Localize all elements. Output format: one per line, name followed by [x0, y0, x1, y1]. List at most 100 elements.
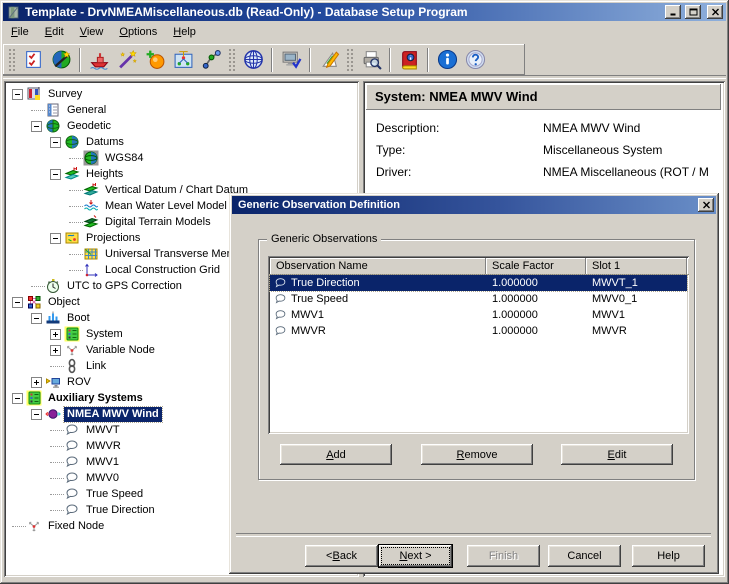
datums-icon: [64, 134, 80, 150]
tree-connector: [69, 222, 83, 223]
tree-item-label: Local Construction Grid: [102, 263, 223, 278]
system-grid-icon: [64, 326, 80, 342]
tree-connector: [50, 366, 64, 367]
field-driver: Driver: NMEA Miscellaneous (ROT / M: [376, 165, 723, 185]
field-type: Type: Miscellaneous System: [376, 143, 723, 163]
tree-item-datums[interactable]: Datums: [7, 134, 359, 150]
field-label: Driver:: [376, 165, 411, 179]
main-window: Template - DrvNMEAMiscellaneous.db (Read…: [0, 0, 729, 584]
table-row-true-direction[interactable]: True Direction1.000000MWVT_1: [270, 275, 687, 291]
globe-icon: [243, 49, 264, 70]
object-network-icon: [26, 294, 42, 310]
tree-item-label: Fixed Node: [45, 519, 107, 534]
menu-help[interactable]: Help: [165, 24, 204, 41]
boot-chart-icon: [45, 310, 61, 326]
cell-slot-1: MWVR: [586, 325, 687, 337]
table-row-mwv1[interactable]: MWV11.000000MWV1: [270, 307, 687, 323]
wizard-button[interactable]: [113, 46, 141, 74]
menu-view[interactable]: View: [72, 24, 112, 41]
tree-item-survey[interactable]: Survey: [7, 86, 359, 102]
collapse-icon[interactable]: [12, 393, 23, 404]
observation-bubble-icon: [64, 438, 80, 454]
menu-edit[interactable]: Edit: [37, 24, 72, 41]
column-header-scale-factor[interactable]: Scale Factor: [486, 258, 586, 275]
column-header-observation-name[interactable]: Observation Name: [270, 258, 486, 275]
collapse-icon[interactable]: [31, 121, 42, 132]
cell-slot-1: MWV1: [586, 309, 687, 321]
collapse-icon[interactable]: [12, 297, 23, 308]
column-header-slot-1[interactable]: Slot 1: [586, 258, 687, 275]
validate-button[interactable]: [19, 46, 47, 74]
toolbar-grip[interactable]: [8, 48, 16, 72]
menu-options[interactable]: Options: [111, 24, 165, 41]
tree-item-geodetic[interactable]: Geodetic: [7, 118, 359, 134]
geometry-icon: [319, 49, 340, 70]
maximize-button[interactable]: [685, 5, 701, 19]
network-editor-button[interactable]: [169, 46, 197, 74]
wizard-icon: [117, 49, 138, 70]
toolbar-separator: [79, 48, 81, 72]
add-button[interactable]: Add: [280, 444, 392, 465]
utm-map-icon: [83, 246, 99, 262]
tree-connector: [31, 110, 45, 111]
close-button[interactable]: [707, 5, 723, 19]
collapse-icon[interactable]: [50, 169, 61, 180]
projections-icon: [64, 230, 80, 246]
toolbar-grip[interactable]: [228, 48, 236, 72]
collapse-icon[interactable]: [12, 89, 23, 100]
minimize-icon: [669, 8, 678, 16]
tree-item-label: Link: [83, 359, 109, 374]
geodetic-icon: [45, 118, 61, 134]
edit-button[interactable]: Edit: [561, 444, 673, 465]
computer-check-button[interactable]: [277, 46, 305, 74]
vessel-button[interactable]: [85, 46, 113, 74]
cell-slot-1: MWV0_1: [586, 293, 687, 305]
tree-item-heights[interactable]: Heights: [7, 166, 359, 182]
tree-item-label: Digital Terrain Models: [102, 215, 214, 230]
help-button[interactable]: [461, 46, 489, 74]
tree-item-general[interactable]: General: [7, 102, 359, 118]
collapse-icon[interactable]: [50, 137, 61, 148]
print-preview-button[interactable]: [357, 46, 385, 74]
tree-item-label: Mean Water Level Model: [102, 199, 230, 214]
expand-icon[interactable]: [50, 329, 61, 340]
tree-connector: [50, 510, 64, 511]
collapse-icon[interactable]: [31, 313, 42, 324]
expand-icon[interactable]: [50, 345, 61, 356]
dialog-close-button[interactable]: [698, 198, 714, 212]
tree-item-label: Heights: [83, 167, 126, 182]
remove-button[interactable]: Remove: [421, 444, 533, 465]
toolbar-grip[interactable]: [346, 48, 354, 72]
network-editor-icon: [173, 49, 194, 70]
back-button[interactable]: < Back: [305, 545, 378, 567]
observation-bubble-icon: [273, 292, 288, 306]
info-icon: [437, 49, 458, 70]
pipeline-button[interactable]: [197, 46, 225, 74]
construction-grid-icon: [83, 262, 99, 278]
next-button[interactable]: Next >: [379, 545, 452, 567]
close-icon: [702, 201, 711, 209]
globe-button[interactable]: [239, 46, 267, 74]
collapse-icon[interactable]: [31, 409, 42, 420]
geometry-button[interactable]: [315, 46, 343, 74]
help-button[interactable]: Help: [632, 545, 705, 567]
cancel-button[interactable]: Cancel: [548, 545, 621, 567]
tree-item-label: UTC to GPS Correction: [64, 279, 185, 294]
table-row-true-speed[interactable]: True Speed1.000000MWV0_1: [270, 291, 687, 307]
groupbox-label: Generic Observations: [267, 233, 381, 245]
print-preview-icon: [361, 49, 382, 70]
globe-wizard-button[interactable]: [47, 46, 75, 74]
help-book-button[interactable]: [395, 46, 423, 74]
add-object-button[interactable]: [141, 46, 169, 74]
terrain-model-icon: [83, 214, 99, 230]
tree-item-wgs84[interactable]: WGS84: [7, 150, 359, 166]
menu-file[interactable]: File: [3, 24, 37, 41]
collapse-icon[interactable]: [50, 233, 61, 244]
minimize-button[interactable]: [665, 5, 681, 19]
tree-connector: [31, 286, 45, 287]
table-row-mwvr[interactable]: MWVR1.000000MWVR: [270, 323, 687, 339]
info-button[interactable]: [433, 46, 461, 74]
mean-water-level-icon: [83, 198, 99, 214]
expand-icon[interactable]: [31, 377, 42, 388]
tree-connector: [12, 526, 26, 527]
